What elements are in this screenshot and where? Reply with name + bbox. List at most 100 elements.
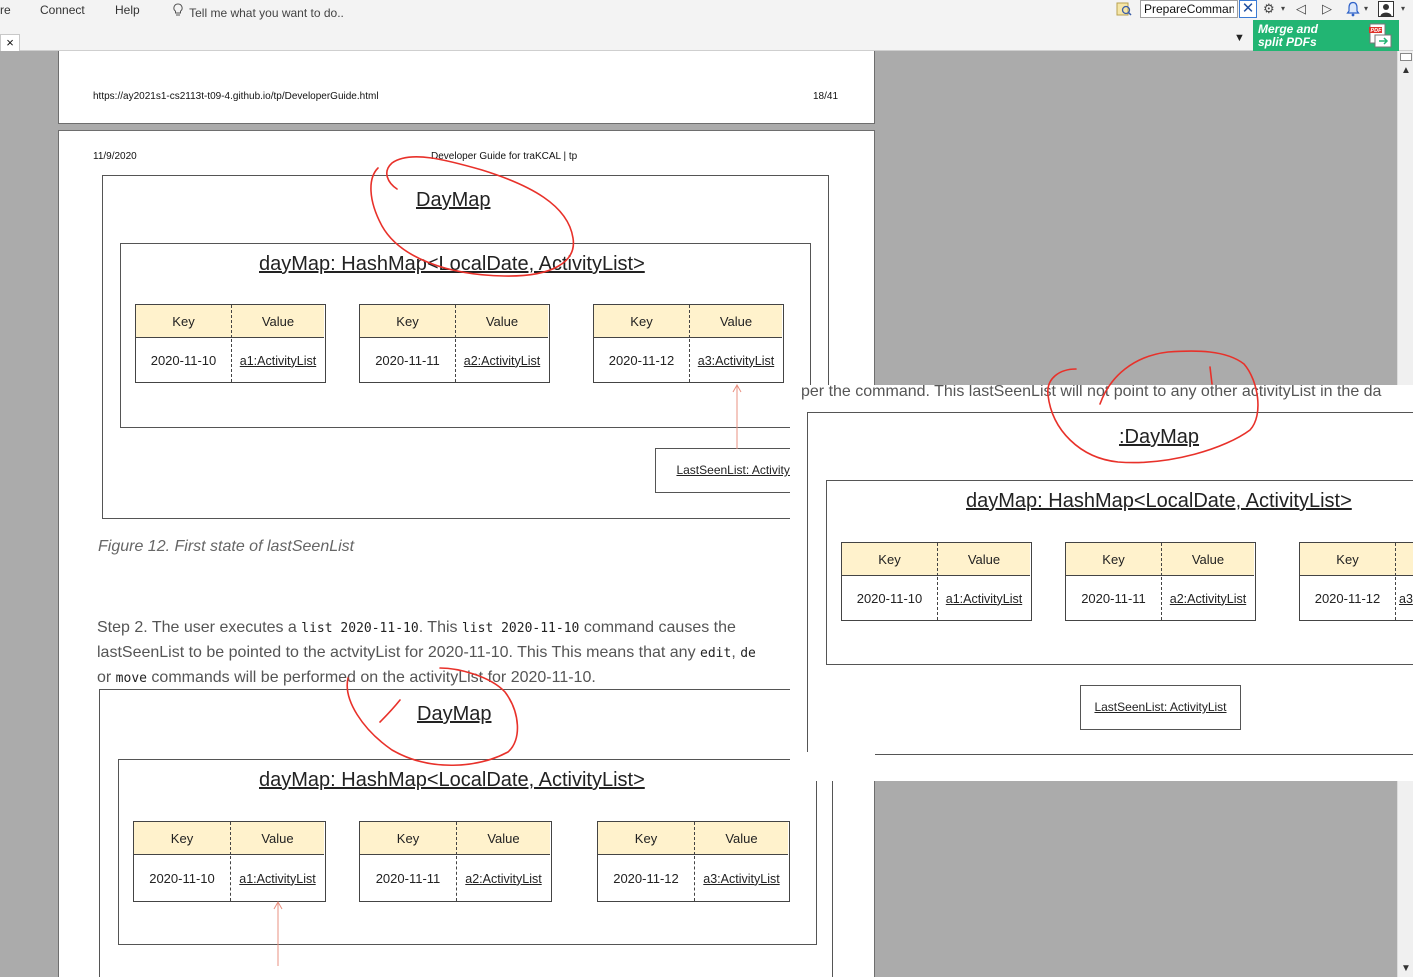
entry-value: a1:ActivityList	[230, 856, 324, 901]
entry-key: 2020-11-12	[613, 871, 679, 886]
entry-key: 2020-11-11	[1081, 591, 1146, 606]
hashmap-title: dayMap: HashMap<LocalDate, ActivityList>	[259, 253, 645, 275]
tab-close-button[interactable]: ×	[0, 34, 20, 51]
entry-key: 2020-11-11	[375, 353, 440, 368]
hashmap-title: dayMap: HashMap<LocalDate, ActivityList>	[259, 769, 645, 791]
key-header: Key	[136, 305, 231, 338]
overlay-hashmap-title: dayMap: HashMap<LocalDate, ActivityList>	[966, 490, 1352, 512]
entry-value: a2:ActivityList	[456, 856, 550, 901]
entry-value: a1:ActivityList	[937, 577, 1030, 620]
pasted-screenshot-overlay: per the command. This lastSeenList will …	[790, 385, 1413, 781]
tell-me-box[interactable]: Tell me what you want to do..	[172, 3, 344, 20]
map-entry: Key Value 2020-11-10 a1:ActivityList	[841, 542, 1032, 621]
figure-caption: Figure 12. First state of lastSeenList	[98, 538, 355, 555]
entry-value: a3:ActivityList	[694, 856, 788, 901]
hashmap-box: dayMap: HashMap<LocalDate, ActivityList>…	[120, 243, 811, 428]
text: or	[97, 669, 116, 686]
gear-dropdown-icon[interactable]: ▾	[1281, 1, 1285, 17]
search-input[interactable]	[1140, 0, 1238, 18]
key-header: Key	[1300, 543, 1395, 576]
entry-value: a2:ActivityList	[1161, 577, 1254, 620]
menu-item-partial[interactable]: re	[0, 3, 11, 17]
value-header	[1395, 543, 1413, 576]
map-entry: Key Value 2020-11-11 a2:ActivityList	[1065, 542, 1256, 621]
daymap-diagram-second-state: DayMap dayMap: HashMap<LocalDate, Activi…	[99, 689, 833, 977]
map-entry: Key 2020-11-12 a3	[1299, 542, 1413, 621]
entry-key: 2020-11-11	[375, 871, 441, 886]
daymap-diagram-first-state: DayMap dayMap: HashMap<LocalDate, Activi…	[102, 175, 830, 519]
overlay-text-line: per the command. This lastSeenList will …	[801, 385, 1382, 400]
text: Step 2. The user executes a	[97, 619, 302, 636]
scroll-up-arrow-icon[interactable]: ▲	[1401, 65, 1411, 76]
text: ,	[731, 644, 741, 661]
page-header-date: 11/9/2020	[93, 151, 137, 162]
daymap-title: DayMap	[416, 189, 491, 211]
tab-list-dropdown[interactable]: ▼	[1234, 32, 1245, 44]
pdf-icon: PDF	[1367, 23, 1393, 48]
map-entry: Key Value 2020-11-10 a1:ActivityList	[133, 821, 326, 902]
value-header: Value	[937, 543, 1030, 576]
inline-code: list 2020-11-10	[461, 621, 580, 636]
entry-key: 2020-11-10	[856, 591, 923, 606]
menu-bar: re Connect Help Tell me what you want to…	[0, 0, 1413, 24]
overlay-last-seen-list-box: LastSeenList: ActivityList	[1080, 685, 1241, 730]
tell-me-label: Tell me what you want to do..	[189, 6, 344, 20]
entry-value: a1:ActivityList	[231, 339, 324, 382]
overlay-hashmap-box: dayMap: HashMap<LocalDate, ActivityList>…	[826, 480, 1413, 665]
entry-value: a3	[1395, 577, 1413, 620]
bell-icon[interactable]	[1346, 1, 1360, 17]
text: . This	[418, 619, 462, 636]
text: commands will be performed on the activi…	[146, 669, 596, 686]
map-entry: Key Value 2020-11-11 a2:ActivityList	[359, 821, 552, 902]
search-icon[interactable]	[1116, 1, 1132, 17]
promo-line-1: Merge and	[1258, 22, 1319, 36]
page-number: 18/41	[813, 91, 839, 102]
value-header: Value	[694, 822, 788, 855]
page-footer-url: https://ay2021s1-cs2113t-t09-4.github.io…	[93, 91, 379, 102]
map-entry: Key Value 2020-11-11 a2:ActivityList	[359, 304, 550, 383]
value-header: Value	[689, 305, 782, 338]
pdf-page-current: 11/9/2020 Developer Guide for traKCAL | …	[58, 130, 875, 977]
map-entry: Key Value 2020-11-12 a3:ActivityList	[593, 304, 784, 383]
pdf-page-previous: https://ay2021s1-cs2113t-t09-4.github.io…	[58, 51, 875, 124]
user-dropdown-icon[interactable]: ▾	[1401, 1, 1405, 17]
key-header: Key	[594, 305, 689, 338]
merge-split-pdfs-promo[interactable]: Merge and split PDFs PDF	[1253, 20, 1399, 51]
value-header: Value	[455, 305, 548, 338]
text: lastSeenList to be pointed to the actvit…	[97, 644, 701, 661]
entry-key: 2020-11-10	[149, 871, 215, 886]
gear-icon[interactable]: ⚙	[1263, 1, 1275, 17]
bell-dropdown-icon[interactable]: ▾	[1364, 1, 1368, 17]
value-header: Value	[230, 822, 324, 855]
entry-key: 2020-11-10	[150, 353, 217, 368]
hashmap-box: dayMap: HashMap<LocalDate, ActivityList>…	[118, 759, 817, 945]
promo-line-2: split PDFs	[1258, 35, 1317, 49]
key-header: Key	[360, 305, 455, 338]
value-header: Value	[456, 822, 550, 855]
overlay-daymap-title: :DayMap	[1119, 426, 1200, 448]
page-header-title: Developer Guide for traKCAL | tp	[431, 151, 578, 162]
overlay-bottom-strip	[790, 752, 875, 781]
overlay-daymap-diagram: :DayMap dayMap: HashMap<LocalDate, Activ…	[807, 412, 1413, 755]
scroll-thumb[interactable]	[1400, 53, 1412, 61]
menu-item-connect[interactable]: Connect	[40, 3, 85, 17]
entry-value: a3:ActivityList	[689, 339, 782, 382]
value-header: Value	[231, 305, 324, 338]
map-entry: Key Value 2020-11-12 a3:ActivityList	[597, 821, 790, 902]
inline-code: list 2020-11-10	[301, 621, 419, 636]
key-header: Key	[134, 822, 230, 855]
map-entry: Key Value 2020-11-10 a1:ActivityList	[135, 304, 326, 383]
inline-code: de	[740, 646, 756, 661]
inline-code: move	[115, 671, 147, 686]
scroll-down-arrow-icon[interactable]: ▼	[1401, 963, 1411, 974]
back-arrow-icon[interactable]: ◁	[1296, 1, 1306, 17]
entry-key: 2020-11-12	[608, 353, 675, 368]
ink-stroke	[1209, 366, 1213, 385]
menu-item-help[interactable]: Help	[115, 3, 140, 17]
daymap-title: DayMap	[417, 703, 492, 725]
close-search-button[interactable]: ✕	[1239, 0, 1257, 18]
value-header: Value	[1161, 543, 1254, 576]
inline-code: edit	[700, 646, 732, 661]
forward-arrow-icon[interactable]: ▷	[1322, 1, 1332, 17]
user-avatar-icon[interactable]	[1378, 1, 1394, 17]
